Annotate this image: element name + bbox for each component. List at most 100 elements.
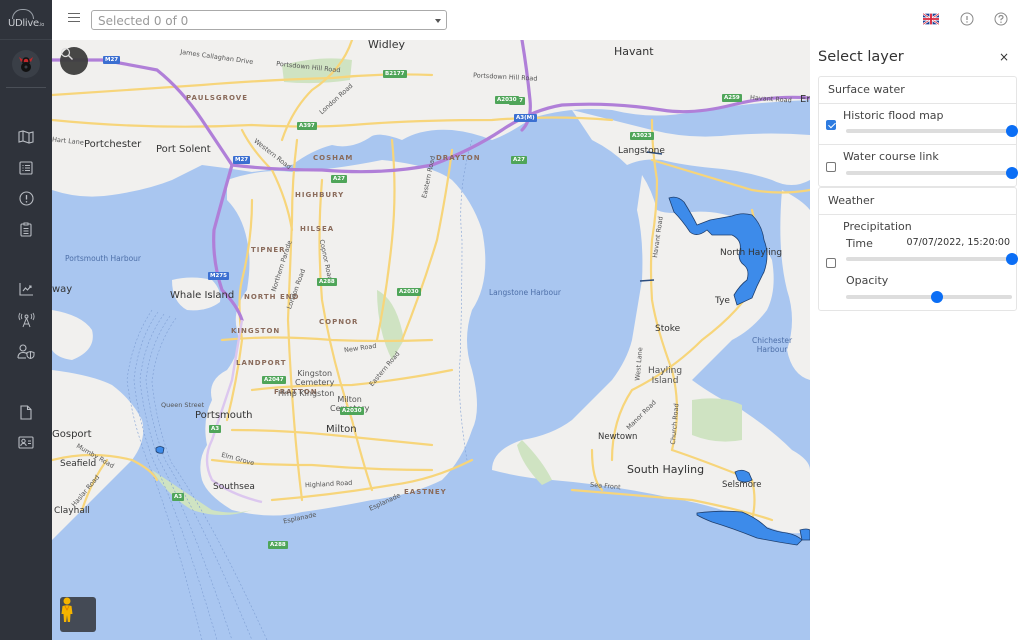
- opacity-slider-precipitation[interactable]: [846, 291, 1012, 303]
- asset-select-dropdown[interactable]: Selected 0 of 0: [91, 10, 447, 30]
- logo-text: UDlive.io: [8, 18, 44, 29]
- road-shield: A27: [511, 156, 527, 164]
- green-area: [692, 398, 742, 442]
- layer-panel: Select layer × Surface water Historic fl…: [810, 40, 1024, 640]
- map-label-emsworth: Em: [800, 94, 810, 105]
- map-label-milton: Milton: [326, 424, 357, 435]
- map-label-havant: Havant: [614, 45, 654, 58]
- flood-area-east-tip: [799, 528, 810, 541]
- road-shield: B2177: [383, 70, 407, 78]
- sidebar-item-contacts[interactable]: [16, 432, 36, 452]
- map-label-portsmouth-harbour: Portsmouth Harbour: [65, 254, 142, 263]
- road-shield: A27: [331, 175, 347, 183]
- land-gosport-north: [52, 310, 93, 360]
- sidebar-item-documents[interactable]: [16, 402, 36, 422]
- sidebar-item-reports[interactable]: [16, 219, 36, 239]
- info-icon[interactable]: [960, 12, 974, 26]
- layer-name: Historic flood map: [843, 109, 944, 122]
- map-label-newtown: Newtown: [598, 432, 638, 442]
- sidebar-item-analytics[interactable]: [16, 279, 36, 299]
- layer-row-water-course-link: Water course link: [819, 145, 1018, 186]
- road-shield: A3023: [630, 132, 654, 140]
- layer-row-historic-flood-map: Historic flood map: [819, 104, 1018, 145]
- chart-icon: [18, 283, 33, 296]
- map-label-way: way: [52, 284, 73, 295]
- map-label-clayhall: Clayhall: [54, 506, 90, 516]
- map-label-kingston-cemetery: Kingston Cemetery: [295, 369, 335, 387]
- time-value: 07/07/2022, 15:20:00: [906, 237, 1010, 248]
- document-icon: [20, 404, 32, 420]
- list-icon: [19, 161, 33, 175]
- top-bar: Selected 0 of 0: [52, 0, 1024, 40]
- clipboard-icon: [20, 222, 32, 237]
- opacity-slider-historic-flood-map[interactable]: [846, 125, 1018, 137]
- road-shield: A259: [722, 94, 742, 102]
- map-label-drayton: DRAYTON: [436, 154, 481, 162]
- panel-title: Select layer: [818, 49, 904, 65]
- layer-name: Precipitation: [843, 220, 912, 233]
- sidebar: UDlive.io: [0, 0, 52, 640]
- slider-thumb[interactable]: [1006, 167, 1018, 179]
- layer-checkbox-water-course-link[interactable]: [826, 162, 836, 172]
- time-slider-precipitation[interactable]: [846, 253, 1018, 265]
- help-icon[interactable]: [994, 12, 1008, 26]
- map-label-portsmouth: Portsmouth: [195, 410, 253, 421]
- alert-circle-icon: [18, 190, 34, 206]
- flood-area-southsea: [155, 446, 165, 454]
- road-shield: A2030: [340, 407, 364, 415]
- map-label-whale-island: Whale Island: [170, 290, 235, 301]
- map-base: [52, 40, 810, 640]
- layer-checkbox-historic-flood-map[interactable]: [826, 120, 836, 130]
- map-label-paulsgrove: PAULSGROVE: [186, 94, 248, 102]
- slider-thumb[interactable]: [1006, 125, 1018, 137]
- sidebar-item-list[interactable]: [16, 158, 36, 178]
- map-label-south-hayling: South Hayling: [627, 463, 705, 476]
- antenna-icon: [17, 312, 35, 328]
- slider-thumb[interactable]: [1006, 253, 1018, 265]
- slider-thumb[interactable]: [931, 291, 944, 303]
- road-shield: M27: [103, 56, 121, 64]
- map-label-langstone-harbour: Langstone Harbour: [489, 288, 561, 297]
- map-label-eastney: EASTNEY: [404, 488, 447, 496]
- road-shield: A3: [172, 493, 185, 501]
- id-card-icon: [18, 435, 34, 449]
- layer-name: Water course link: [843, 150, 939, 163]
- layer-group-surface-water: Surface water Historic flood map Water c…: [818, 76, 1018, 187]
- layer-checkbox-precipitation[interactable]: [826, 258, 836, 268]
- map-label-copnor: COPNOR: [319, 318, 359, 326]
- road-shield: M275: [208, 272, 229, 280]
- street-view-button[interactable]: [60, 597, 96, 632]
- logo[interactable]: UDlive.io: [0, 0, 52, 40]
- opacity-slider-water-course-link[interactable]: [846, 167, 1018, 179]
- sidebar-item-user-security[interactable]: [16, 341, 36, 361]
- map-canvas[interactable]: Widley Havant Portchester Port Solent PA…: [52, 40, 810, 640]
- map-label-cosham: COSHAM: [313, 154, 354, 162]
- map-icon: [18, 130, 34, 144]
- map-label-hayling-island: Hayling Island: [648, 366, 683, 386]
- uk-flag-icon[interactable]: [923, 13, 939, 25]
- map-label-stoke: Stoke: [655, 324, 681, 334]
- pegman-icon: [61, 597, 73, 622]
- close-icon[interactable]: ×: [999, 50, 1009, 64]
- map-label-widley: Widley: [368, 40, 406, 51]
- sidebar-item-alerts[interactable]: [16, 188, 36, 208]
- user-shield-icon: [17, 343, 35, 359]
- group-title: Surface water: [819, 77, 1016, 104]
- avatar[interactable]: [12, 50, 40, 78]
- land-langstone: [572, 110, 810, 185]
- map-label-hilsea: HILSEA: [300, 225, 335, 233]
- road-shield: M27: [233, 156, 251, 164]
- map-search-button[interactable]: [60, 47, 88, 75]
- search-icon: [60, 47, 73, 60]
- select-value: Selected 0 of 0: [98, 14, 189, 28]
- map-label-highbury: HIGHBURY: [295, 191, 345, 199]
- group-title: Weather: [819, 188, 1016, 215]
- sidebar-item-sensors[interactable]: [16, 310, 36, 330]
- map-label-southsea: Southsea: [213, 482, 255, 492]
- sidebar-item-map[interactable]: [16, 127, 36, 147]
- map-label-gosport: Gosport: [52, 429, 92, 440]
- lock-alarm-icon: [19, 57, 33, 72]
- menu-toggle-button[interactable]: [68, 13, 80, 25]
- chevron-down-icon: [435, 19, 441, 23]
- road-shield: A397: [297, 122, 317, 130]
